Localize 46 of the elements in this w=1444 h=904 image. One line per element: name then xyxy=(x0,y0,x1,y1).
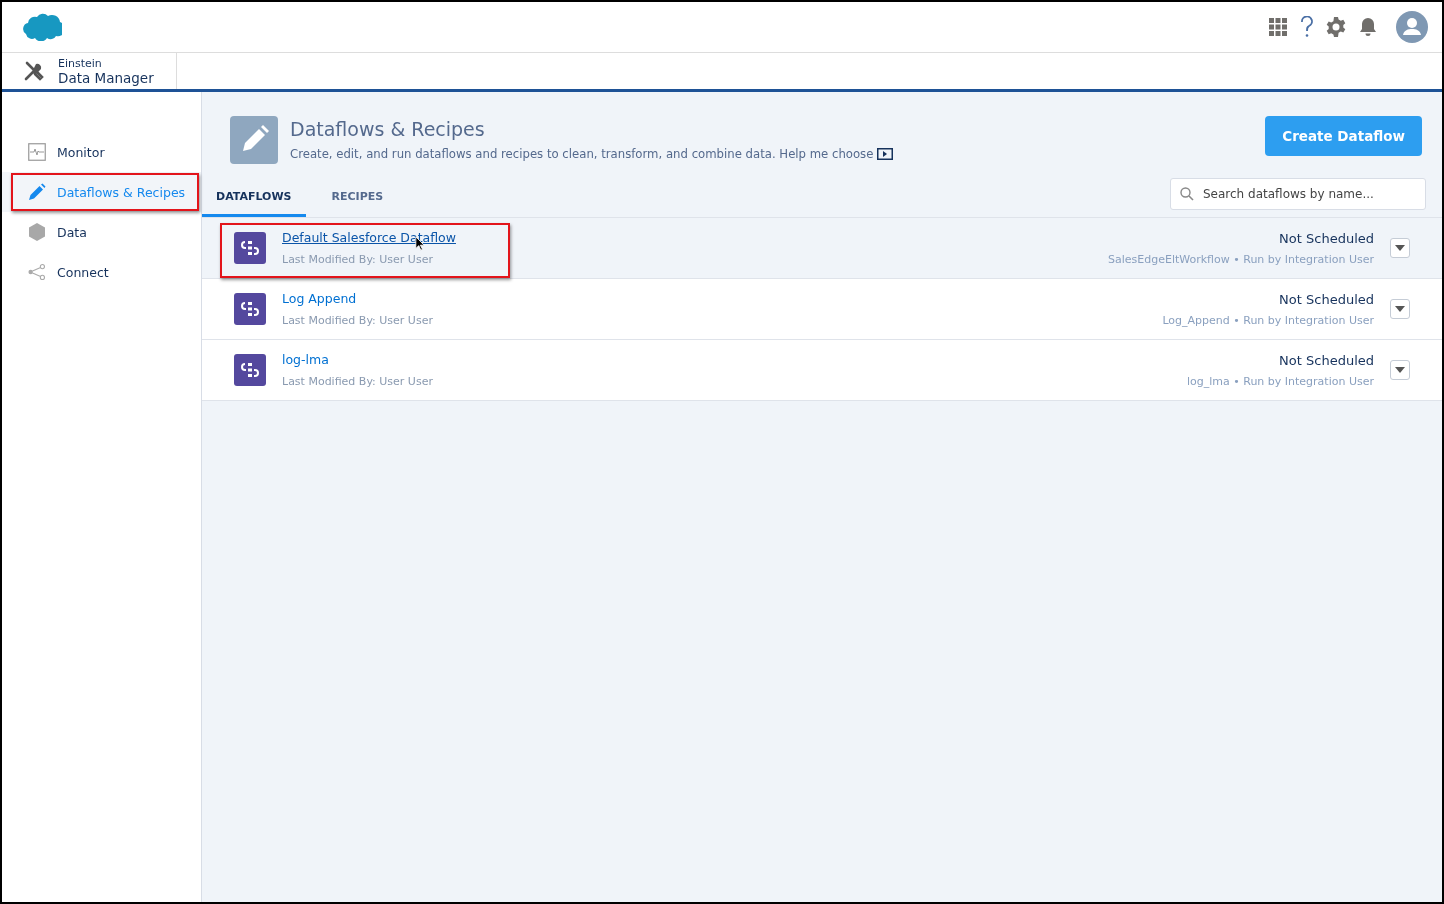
dataflow-link[interactable]: Log Append xyxy=(282,291,433,306)
schedule-status: Not Scheduled xyxy=(1278,352,1374,368)
app-title: Data Manager xyxy=(58,69,154,86)
settings-icon[interactable] xyxy=(1326,17,1346,37)
cloud-logo[interactable] xyxy=(20,13,62,41)
dataflow-icon xyxy=(234,232,266,264)
run-detail-text: log_lma • Run by Integration User xyxy=(1186,374,1374,388)
search-icon xyxy=(1180,187,1194,201)
app-launcher-icon[interactable] xyxy=(1268,17,1288,37)
modified-by-text: Last Modified By: User User xyxy=(282,253,434,266)
play-video-icon[interactable] xyxy=(877,148,894,160)
pencil-icon xyxy=(230,116,278,164)
modified-by-text: Last Modified By: User User xyxy=(282,314,433,327)
row-menu-button[interactable] xyxy=(1390,238,1410,258)
tools-icon xyxy=(24,61,44,81)
run-detail-text: SalesEdgeEltWorkflow • Run by Integration User xyxy=(1107,252,1374,266)
caret-icon xyxy=(1395,245,1405,251)
app-kicker: Einstein xyxy=(58,56,103,70)
dataflow-link[interactable]: log-lma xyxy=(282,352,433,367)
tab[interactable]: RECIPES xyxy=(317,179,398,217)
sidebar-item[interactable]: Data xyxy=(2,212,201,252)
page-title: Dataflows & Recipes xyxy=(290,117,486,142)
schedule-status: Not Scheduled xyxy=(1278,291,1374,307)
dataflow-link[interactable]: Default Salesforce Dataflow xyxy=(282,230,456,245)
search-field[interactable]: Search dataflows by name... xyxy=(1170,178,1426,210)
user-avatar[interactable] xyxy=(1396,11,1428,43)
caret-icon xyxy=(1395,306,1405,312)
row-menu-button[interactable] xyxy=(1390,299,1410,319)
run-detail-text: Log_Append • Run by Integration User xyxy=(1162,313,1374,327)
pencil-icon xyxy=(28,183,46,201)
notification-bell-icon[interactable] xyxy=(1358,17,1378,37)
dataflow-row[interactable]: Log Append Last Modified By: User User Not Scheduled Log_Append • Run by Integration User xyxy=(202,279,1442,340)
page-description: Create, edit, and run dataflows and recipes to clean, transform, and combine data. Help me choose xyxy=(290,147,874,161)
monitor-icon xyxy=(28,143,46,161)
modified-by-text: Last Modified By: User User xyxy=(282,375,433,388)
hexagon-icon xyxy=(28,223,46,241)
help-icon[interactable] xyxy=(1300,16,1314,38)
dataflow-row[interactable]: log-lma Last Modified By: User User Not Scheduled log_lma • Run by Integration User xyxy=(202,340,1442,401)
caret-icon xyxy=(1395,367,1405,373)
connect-icon xyxy=(28,263,46,281)
schedule-status: Not Scheduled xyxy=(1278,230,1374,246)
dataflow-icon xyxy=(234,354,266,386)
sidebar-item[interactable]: Monitor xyxy=(2,132,201,172)
dataflow-icon xyxy=(234,293,266,325)
row-menu-button[interactable] xyxy=(1390,360,1410,380)
sidebar-item[interactable]: Connect xyxy=(2,252,201,292)
